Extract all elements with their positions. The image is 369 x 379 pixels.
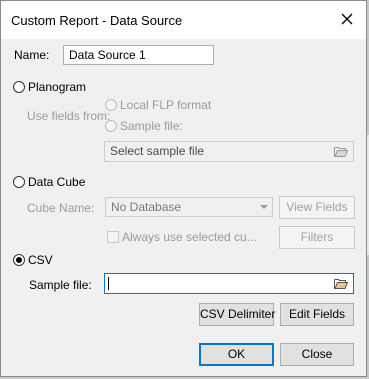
always-use-checkbox[interactable] (107, 231, 119, 243)
data-cube-label: Data Cube (28, 175, 86, 189)
csv-label: CSV (28, 253, 53, 267)
dialog-title: Custom Report - Data Source (11, 13, 183, 28)
name-field[interactable]: Data Source 1 (63, 45, 214, 65)
csv-radio[interactable] (13, 254, 25, 266)
ok-button[interactable]: OK (199, 343, 274, 366)
filters-button[interactable]: Filters (279, 226, 355, 249)
planogram-radio[interactable] (13, 81, 25, 93)
planogram-sample-file-radio[interactable] (105, 120, 117, 132)
data-cube-radio[interactable] (13, 176, 25, 188)
folder-open-icon[interactable] (334, 146, 348, 157)
csv-sample-file-input[interactable] (104, 273, 354, 294)
local-flp-radio[interactable] (105, 99, 117, 111)
title-bar: Custom Report - Data Source (1, 1, 366, 39)
custom-report-dialog: Custom Report - Data Source Name: Data S… (0, 0, 367, 377)
use-fields-from-label: Use fields from: (27, 109, 111, 123)
csv-sample-file-label: Sample file: (29, 278, 92, 292)
select-sample-file-field[interactable]: Select sample file (104, 141, 354, 162)
csv-folder-open-icon[interactable] (334, 278, 348, 289)
planogram-sample-file-label: Sample file: (120, 119, 183, 133)
text-cursor (108, 277, 109, 290)
select-sample-file-text: Select sample file (110, 144, 205, 158)
close-icon[interactable] (337, 9, 357, 29)
view-fields-button[interactable]: View Fields (279, 196, 355, 219)
cube-name-select[interactable]: No Database (105, 197, 273, 217)
close-button[interactable]: Close (280, 343, 354, 366)
chevron-down-icon[interactable] (260, 205, 268, 209)
cube-name-label: Cube Name: (27, 201, 95, 215)
csv-delimiter-button[interactable]: CSV Delimiter (199, 303, 275, 326)
name-label: Name: (14, 48, 50, 62)
edit-fields-button[interactable]: Edit Fields (280, 303, 354, 326)
planogram-label: Planogram (28, 80, 87, 94)
local-flp-label: Local FLP format (120, 98, 212, 112)
always-use-label: Always use selected cu... (122, 230, 257, 244)
